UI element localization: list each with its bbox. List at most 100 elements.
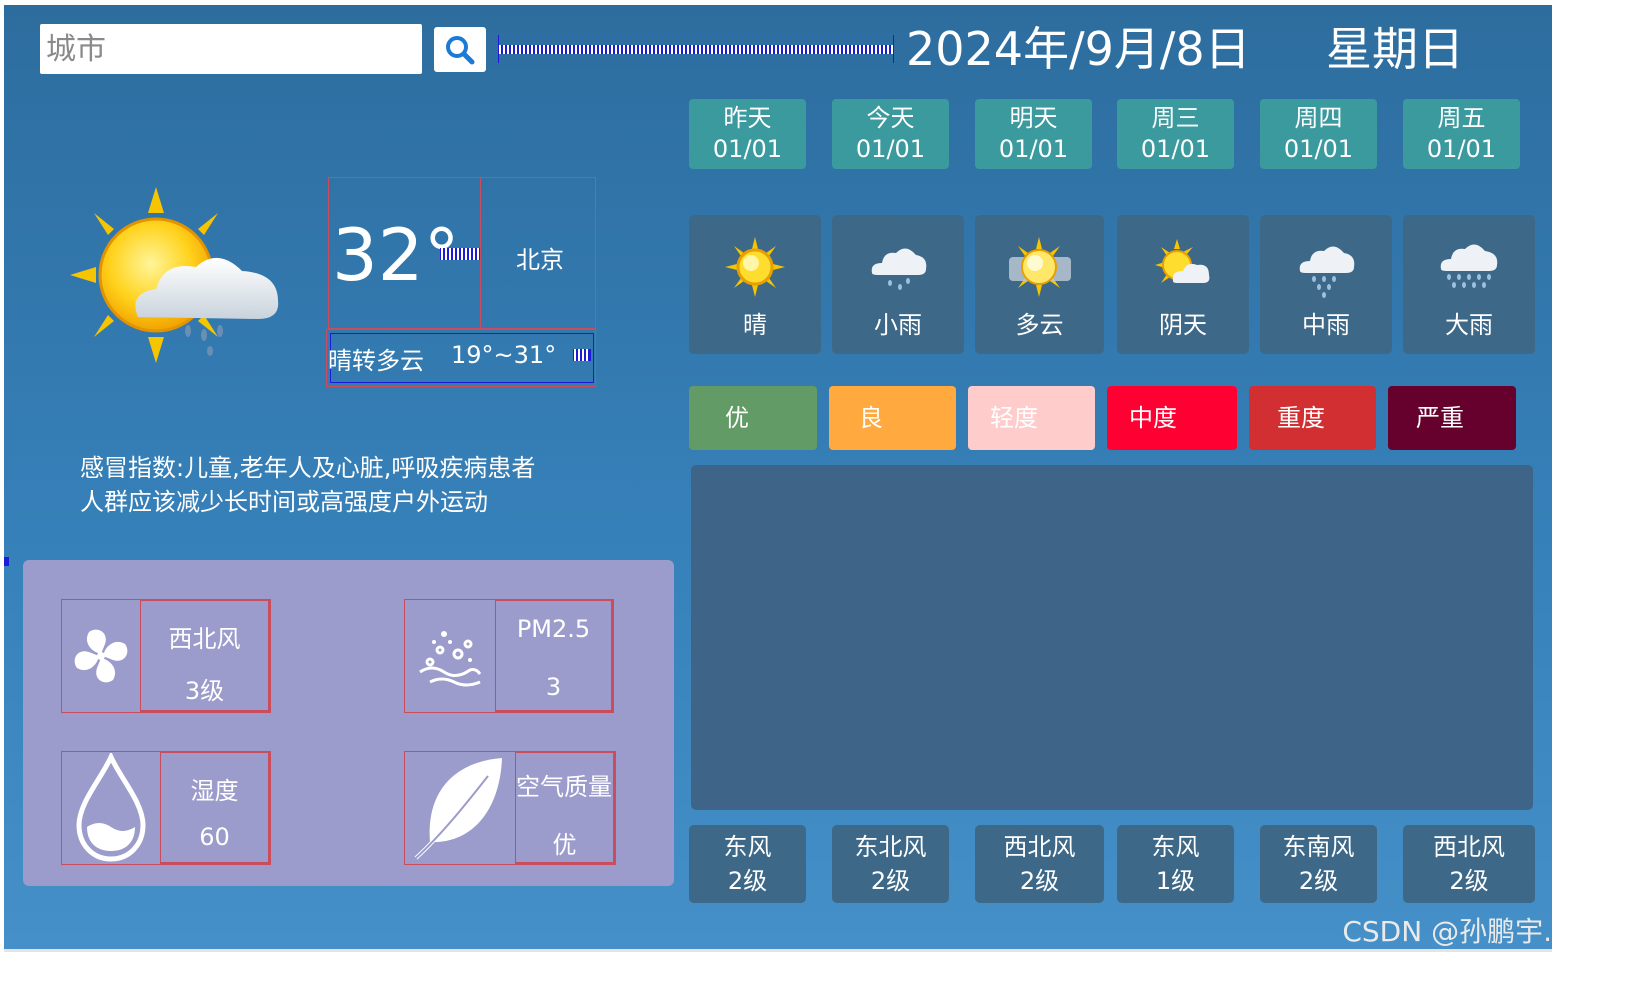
current-divider (480, 177, 481, 329)
wind-forecast-card: 东风 1级 (1117, 825, 1234, 903)
fan-icon (74, 629, 128, 683)
light-rain-cloud-icon (871, 248, 927, 290)
day-tab-date: 01/01 (998, 135, 1069, 163)
day-tab-date: 01/01 (1283, 135, 1354, 163)
wind-level: 2级 (870, 867, 911, 895)
aq-level-severe: 严重 (1388, 386, 1516, 450)
flu-index-line-2: 人群应该减少长时间或高强度户外运动 (80, 488, 488, 516)
wind-direction: 东风 (1151, 833, 1200, 861)
forecast-card: 晴 (689, 215, 821, 354)
day-tab-today[interactable]: 今天 01/01 (832, 99, 949, 169)
day-tab-date: 01/01 (712, 135, 783, 163)
wind-level: 2级 (1298, 867, 1339, 895)
sun-icon (725, 237, 785, 297)
pm25-card: PM2.5 3 (404, 599, 614, 713)
chart-area (691, 465, 1533, 810)
flu-index-line-1: 感冒指数:儿童,老年人及心脏,呼吸疾病患者 (80, 454, 536, 482)
current-condition: 晴转多云 (328, 347, 424, 375)
aq-level-label: 重度 (1277, 404, 1325, 432)
layout-debug-marker (498, 35, 894, 63)
leaf-icon (414, 758, 502, 860)
day-tab-date: 01/01 (1426, 135, 1497, 163)
forecast-label: 阴天 (1159, 311, 1207, 339)
day-tab-date: 01/01 (1140, 135, 1211, 163)
wind-direction: 东风 (723, 833, 772, 861)
wind-level: 1级 (1155, 867, 1196, 895)
wind-label: 西北风 (168, 625, 241, 653)
current-date: 2024年/9月/8日 (906, 22, 1251, 76)
pm25-value: 3 (545, 673, 562, 701)
watermark: CSDN @孙鹏宇. (1342, 915, 1552, 948)
forecast-card: 多云 (975, 215, 1104, 354)
day-tab-name: 昨天 (723, 104, 772, 132)
aq-level-light: 轻度 (968, 386, 1095, 450)
search-icon (446, 35, 475, 64)
aq-level-excellent: 优 (689, 386, 817, 450)
aq-level-label: 轻度 (990, 404, 1038, 432)
day-tab-name: 周三 (1151, 104, 1200, 132)
details-panel: 西北风 3级 PM2.5 3 湿度 60 空气质量 优 (23, 560, 674, 886)
current-city: 北京 (516, 246, 564, 274)
aq-level-moderate: 中度 (1107, 386, 1237, 450)
wind-forecast-card: 东南风 2级 (1260, 825, 1377, 903)
forecast-label: 中雨 (1302, 311, 1350, 339)
forecast-label: 晴 (743, 311, 767, 339)
forecast-card: 中雨 (1260, 215, 1392, 354)
city-search-input[interactable] (40, 24, 422, 74)
wind-forecast-card: 东北风 2级 (832, 825, 949, 903)
wind-forecast-card: 西北风 2级 (975, 825, 1104, 903)
day-tab-name: 周四 (1294, 104, 1343, 132)
aq-level-label: 严重 (1416, 404, 1464, 432)
day-tab-thursday[interactable]: 周四 01/01 (1260, 99, 1377, 169)
water-drop-icon (76, 753, 146, 862)
humidity-value: 60 (199, 823, 230, 851)
wind-direction: 东北风 (854, 833, 927, 861)
layout-debug-marker (440, 248, 480, 260)
search-button[interactable] (434, 27, 486, 72)
day-tab-wednesday[interactable]: 周三 01/01 (1117, 99, 1234, 169)
wind-forecast-card: 西北风 2级 (1403, 825, 1535, 903)
wind-card: 西北风 3级 (61, 599, 271, 713)
forecast-card: 阴天 (1117, 215, 1249, 354)
day-tab-name: 周五 (1437, 104, 1486, 132)
day-tab-date: 01/01 (855, 135, 926, 163)
wind-forecast-card: 东风 2级 (689, 825, 806, 903)
air-quality-card: 空气质量 优 (404, 751, 616, 865)
partly-cloudy-icon (1008, 237, 1071, 297)
aq-level-label: 中度 (1129, 404, 1177, 432)
weather-app: 2024年/9月/8日 星期日 (4, 5, 1552, 949)
day-tab-name: 明天 (1009, 104, 1058, 132)
forecast-card: 小雨 (832, 215, 964, 354)
aq-level-heavy: 重度 (1249, 386, 1376, 450)
day-tab-tomorrow[interactable]: 明天 01/01 (975, 99, 1092, 169)
wind-direction: 西北风 (1003, 833, 1076, 861)
flu-index: 感冒指数:儿童,老年人及心脏,呼吸疾病患者 人群应该减少长时间或高强度户外运动 (80, 451, 600, 519)
wind-level: 2级 (727, 867, 768, 895)
humidity-label: 湿度 (190, 777, 239, 805)
forecast-label: 大雨 (1445, 311, 1493, 339)
heavy-rain-cloud-icon (1440, 244, 1498, 288)
forecast-label: 小雨 (874, 311, 922, 339)
layout-debug-marker (573, 349, 591, 361)
current-weekday: 星期日 (1326, 22, 1464, 76)
forecast-label: 多云 (1015, 311, 1064, 339)
temperature-range: 19°~31° (451, 341, 557, 369)
wind-level: 2级 (1019, 867, 1060, 895)
day-tab-yesterday[interactable]: 昨天 01/01 (689, 99, 806, 169)
layout-debug-marker (4, 557, 9, 566)
moderate-rain-cloud-icon (1299, 246, 1355, 298)
pm25-label: PM2.5 (516, 615, 591, 643)
humidity-card: 湿度 60 (61, 751, 271, 865)
air-quality-value: 优 (552, 831, 577, 859)
sun-cloud-icon (1155, 239, 1210, 283)
bottom-border (4, 949, 1552, 952)
sun-cloud-rain-icon (70, 187, 279, 363)
aq-level-good: 良 (829, 386, 956, 450)
wind-direction: 东南风 (1282, 833, 1355, 861)
wind-level: 2级 (1449, 867, 1489, 895)
aq-level-label: 优 (725, 404, 749, 432)
particles-icon (419, 631, 482, 687)
forecast-card: 大雨 (1403, 215, 1535, 354)
wind-value: 3级 (184, 677, 225, 705)
day-tab-friday[interactable]: 周五 01/01 (1403, 99, 1520, 169)
